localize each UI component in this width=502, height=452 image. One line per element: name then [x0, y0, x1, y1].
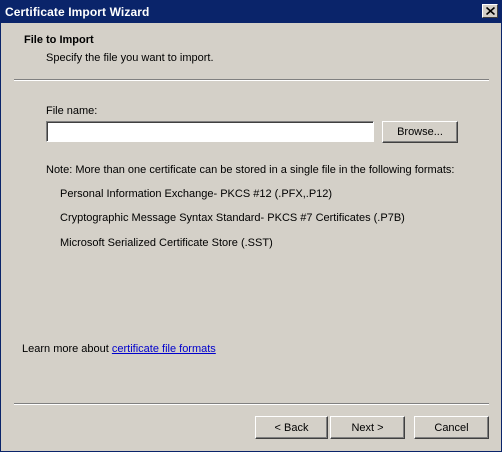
file-name-input[interactable]	[46, 121, 374, 142]
close-icon	[486, 7, 495, 15]
back-button[interactable]: < Back	[255, 416, 328, 439]
certificate-file-formats-link[interactable]: certificate file formats	[112, 343, 216, 355]
page-subtitle: Specify the file you want to import.	[46, 52, 214, 64]
note-text: Note: More than one certificate can be s…	[46, 164, 455, 176]
window-title: Certificate Import Wizard	[5, 5, 150, 19]
format-item-p7b: Cryptographic Message Syntax Standard- P…	[60, 212, 405, 224]
cancel-button[interactable]: Cancel	[414, 416, 489, 439]
header-separator	[14, 79, 489, 81]
footer-separator	[14, 403, 489, 405]
title-bar[interactable]: Certificate Import Wizard	[1, 1, 501, 23]
certificate-import-wizard-window: Certificate Import Wizard File to Import…	[0, 0, 502, 452]
file-name-label: File name:	[46, 105, 98, 117]
learn-more-prefix: Learn more about	[22, 343, 112, 355]
browse-button[interactable]: Browse...	[382, 121, 458, 143]
format-item-sst: Microsoft Serialized Certificate Store (…	[60, 237, 273, 249]
learn-more-text: Learn more about certificate file format…	[22, 343, 216, 355]
wizard-header: File to Import Specify the file you want…	[1, 23, 501, 80]
next-button[interactable]: Next >	[330, 416, 405, 439]
close-button[interactable]	[482, 4, 498, 18]
format-item-pfx: Personal Information Exchange- PKCS #12 …	[60, 188, 333, 200]
page-title: File to Import	[24, 34, 94, 46]
